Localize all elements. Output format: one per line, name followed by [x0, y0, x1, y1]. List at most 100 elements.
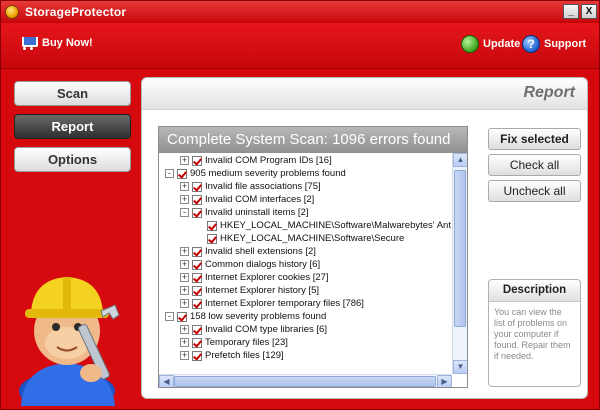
tree-row-label: Common dialogs history [6]	[205, 259, 321, 270]
help-icon: ?	[522, 35, 540, 53]
checkbox[interactable]	[192, 246, 202, 257]
tree-row-label: Temporary files [23]	[205, 337, 288, 348]
tree-row-label: Invalid COM Program IDs [16]	[205, 155, 332, 166]
scroll-up-arrow-icon[interactable]: ▲	[453, 153, 467, 167]
expand-toggle[interactable]: +	[180, 182, 189, 191]
horizontal-scroll-thumb[interactable]	[174, 376, 436, 387]
tree-row-label: Invalid shell extensions [2]	[205, 246, 316, 257]
horizontal-scrollbar[interactable]: ◀ ▶	[159, 374, 452, 387]
check-all-button[interactable]: Check all	[488, 154, 581, 176]
report-panel: Report Complete System Scan: 1096 errors…	[141, 77, 588, 399]
nav-scan-button[interactable]: Scan	[14, 81, 131, 106]
fix-selected-button[interactable]: Fix selected	[488, 128, 581, 150]
expand-toggle[interactable]: +	[180, 338, 189, 347]
tree-row[interactable]: + Prefetch files [129]	[180, 349, 284, 362]
tree-row-label: Invalid COM interfaces [2]	[205, 194, 315, 205]
uncheck-all-button[interactable]: Uncheck all	[488, 180, 581, 202]
tree-row[interactable]: + Temporary files [23]	[180, 336, 288, 349]
tree-row-label: HKEY_LOCAL_MACHINE\Software\Malwarebytes…	[220, 220, 451, 231]
tree-row[interactable]: + Invalid COM type libraries [6]	[180, 323, 327, 336]
minimize-button[interactable]: _	[563, 4, 579, 19]
scan-results-header: Complete System Scan: 1096 errors found	[159, 127, 467, 153]
description-text: You can view the list of problems on you…	[494, 307, 571, 361]
tree-row[interactable]: + Common dialogs history [6]	[180, 258, 320, 271]
tree-row-label: Prefetch files [129]	[205, 350, 284, 361]
tree-row[interactable]: + Internet Explorer history [5]	[180, 284, 319, 297]
buy-now-link[interactable]: Buy Now!	[19, 35, 93, 51]
close-button[interactable]: X	[581, 4, 597, 19]
collapse-toggle[interactable]: -	[165, 312, 174, 321]
checkbox[interactable]	[192, 155, 202, 166]
expand-toggle[interactable]: +	[180, 260, 189, 269]
support-link[interactable]: ? Support	[522, 35, 586, 53]
expand-toggle[interactable]: +	[180, 156, 189, 165]
title-bar[interactable]: StorageProtector _ X	[1, 1, 599, 23]
tree-row[interactable]: + Invalid file associations [75]	[180, 180, 321, 193]
expand-toggle[interactable]: +	[180, 351, 189, 360]
expand-toggle[interactable]: +	[180, 247, 189, 256]
scroll-down-arrow-icon[interactable]: ▼	[453, 360, 467, 374]
tree-row-label: Internet Explorer history [5]	[205, 285, 320, 296]
checkbox[interactable]	[177, 311, 187, 322]
checkbox[interactable]	[192, 298, 202, 309]
update-icon	[461, 35, 479, 53]
tree-row-label: 158 low severity problems found	[190, 311, 327, 322]
shopping-cart-icon	[19, 35, 38, 51]
results-tree[interactable]: + Invalid COM Program IDs [16] - 905 mediu…	[159, 153, 451, 374]
checkbox[interactable]	[192, 285, 202, 296]
collapse-toggle[interactable]: -	[165, 169, 174, 178]
update-label: Update	[483, 38, 521, 50]
tree-row[interactable]: - 905 medium severity problems found	[165, 167, 346, 180]
expand-toggle[interactable]: +	[180, 195, 189, 204]
checkbox[interactable]	[192, 350, 202, 361]
tree-row[interactable]: + Invalid COM interfaces [2]	[180, 193, 314, 206]
description-box: Description You can view the list of pro…	[488, 279, 581, 387]
tree-row-label: HKEY_LOCAL_MACHINE\Software\Secure	[220, 233, 405, 244]
app-window: StorageProtector _ X Buy Now! Update ? S…	[0, 0, 600, 410]
mascot-worker-icon	[19, 277, 120, 406]
expand-toggle[interactable]: +	[180, 325, 189, 334]
panel-title: Report	[523, 84, 575, 101]
nav-options-button[interactable]: Options	[14, 147, 131, 172]
expand-toggle[interactable]: +	[180, 273, 189, 282]
checkbox[interactable]	[207, 233, 217, 244]
scan-results-box: Complete System Scan: 1096 errors found …	[158, 126, 468, 388]
checkbox[interactable]	[192, 272, 202, 283]
app-icon	[5, 5, 19, 19]
scroll-right-arrow-icon[interactable]: ▶	[437, 375, 452, 387]
scroll-left-arrow-icon[interactable]: ◀	[159, 375, 174, 387]
checkbox[interactable]	[192, 324, 202, 335]
tree-row[interactable]: HKEY_LOCAL_MACHINE\Software\Malwarebytes…	[207, 219, 451, 232]
tree-row-label: Internet Explorer cookies [27]	[205, 272, 329, 283]
vertical-scrollbar[interactable]: ▲ ▼	[452, 153, 467, 374]
tree-row-label: Internet Explorer temporary files [786]	[205, 298, 364, 309]
tree-row[interactable]: + Invalid shell extensions [2]	[180, 245, 316, 258]
nav-report-button[interactable]: Report	[14, 114, 131, 139]
collapse-toggle[interactable]: -	[180, 208, 189, 217]
tree-row[interactable]: + Invalid COM Program IDs [16]	[180, 154, 332, 167]
tree-row-label: 905 medium severity problems found	[190, 168, 346, 179]
support-label: Support	[544, 38, 587, 50]
checkbox[interactable]	[192, 194, 202, 205]
checkbox[interactable]	[192, 181, 202, 192]
expand-toggle[interactable]: +	[180, 286, 189, 295]
expand-toggle[interactable]: +	[180, 299, 189, 308]
tree-row[interactable]: - 158 low severity problems found	[165, 310, 326, 323]
checkbox[interactable]	[192, 259, 202, 270]
checkbox[interactable]	[207, 220, 217, 231]
tree-row[interactable]: + Internet Explorer cookies [27]	[180, 271, 329, 284]
vertical-scroll-thumb[interactable]	[454, 170, 466, 327]
toolbar: Buy Now! Update ? Support	[1, 23, 599, 69]
tree-row[interactable]: + Internet Explorer temporary files [786]	[180, 297, 364, 310]
tree-row[interactable]: - Invalid uninstall items [2]	[180, 206, 309, 219]
buy-now-label: Buy Now!	[42, 37, 93, 49]
tree-row-label: Invalid file associations [75]	[205, 181, 321, 192]
checkbox[interactable]	[192, 337, 202, 348]
checkbox[interactable]	[192, 207, 202, 218]
update-link[interactable]: Update	[461, 35, 520, 53]
checkbox[interactable]	[177, 168, 187, 179]
tree-row-label: Invalid COM type libraries [6]	[205, 324, 327, 335]
tree-row[interactable]: HKEY_LOCAL_MACHINE\Software\Secure	[207, 232, 404, 245]
tree-row-label: Invalid uninstall items [2]	[205, 207, 309, 218]
window-title: StorageProtector	[25, 5, 127, 19]
